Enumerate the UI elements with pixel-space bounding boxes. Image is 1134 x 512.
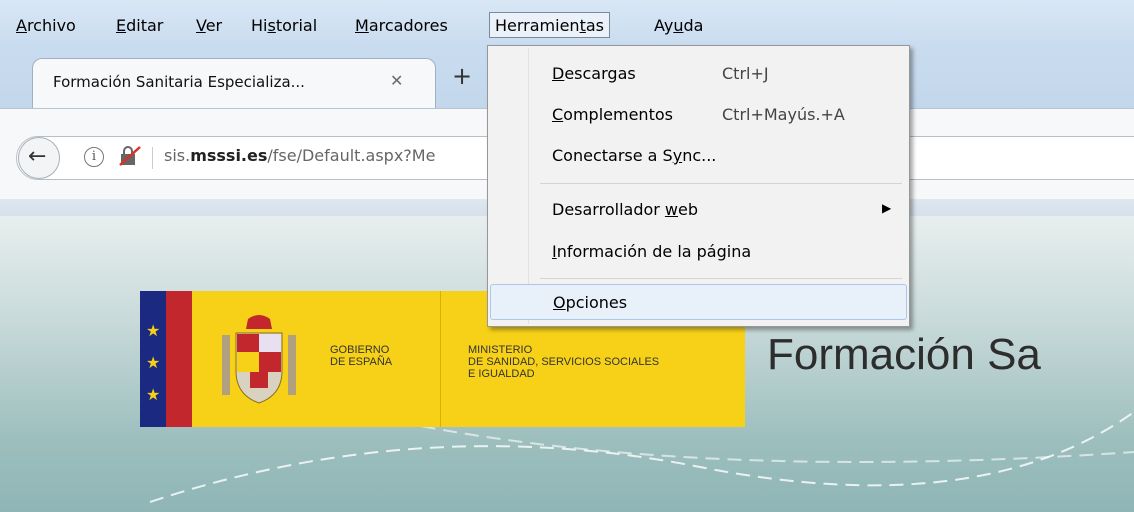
menu-label-part: torial <box>275 16 318 35</box>
menu-herramientas[interactable]: Herramientas <box>489 12 610 38</box>
menu-editar[interactable]: Editar <box>116 14 163 38</box>
menu-item-complementos[interactable]: Complementos Ctrl+Mayús.+A <box>490 97 907 133</box>
coat-of-arms-icon <box>222 315 296 404</box>
tab-active[interactable]: Formación Sanitaria Especializa... ✕ <box>32 58 436 108</box>
logo-gobierno-text: GOBIERNO DE ESPAÑA <box>330 344 393 368</box>
menu-accesskey: u <box>673 16 684 35</box>
menu-item-opciones[interactable]: Opciones <box>490 284 907 320</box>
menu-marcadores[interactable]: Marcadores <box>355 14 448 38</box>
logo-separator <box>440 291 441 427</box>
menu-accesskey: A <box>16 16 27 35</box>
menu-label-part: Hi <box>251 16 268 35</box>
menu-label-part: ditar <box>126 16 164 35</box>
menu-item-informacion-pagina[interactable]: Información de la página <box>490 234 907 270</box>
logo-red-stripe <box>166 291 192 427</box>
menu-accesskey: V <box>196 16 206 35</box>
site-info-icon[interactable]: i <box>84 147 104 167</box>
url-domain: msssi.es <box>190 146 268 165</box>
menu-historial[interactable]: Historial <box>251 14 317 38</box>
menu-label-part: as <box>585 16 604 35</box>
back-arrow-icon: ← <box>28 144 47 169</box>
menu-label-part: arcadores <box>368 16 448 35</box>
menu-item-label: Complementos <box>552 105 673 124</box>
menu-label-part: Herramien <box>495 16 580 35</box>
menu-accesskey: s <box>267 16 276 35</box>
menu-ver[interactable]: Ver <box>196 14 222 38</box>
menu-separator <box>540 183 902 184</box>
site-title: Formación Sa <box>767 330 1041 379</box>
back-button[interactable]: ← <box>18 137 60 179</box>
menu-item-label: Desarrollador web <box>552 200 699 219</box>
tab-title: Formación Sanitaria Especializa... <box>53 73 305 91</box>
tab-close-icon[interactable]: ✕ <box>390 71 403 90</box>
menu-item-shortcut: Ctrl+J <box>722 64 769 83</box>
menu-label-part: rchivo <box>26 16 76 35</box>
menu-bar: Archivo Editar Ver Historial Marcadores … <box>0 0 1134 46</box>
submenu-arrow-icon: ▶ <box>882 201 892 215</box>
menu-separator <box>540 278 902 279</box>
url-text[interactable]: sis.msssi.es/fse/Default.aspx?Me <box>164 146 435 165</box>
new-tab-button[interactable]: + <box>452 64 472 88</box>
logo-ministerio-text: MINISTERIO DE SANIDAD, SERVICIOS SOCIALE… <box>468 344 660 380</box>
menu-item-desarrollador-web[interactable]: Desarrollador web ▶ <box>490 192 907 228</box>
menu-item-shortcut: Ctrl+Mayús.+A <box>722 105 845 124</box>
star-icon: ★ <box>146 321 161 340</box>
menu-ayuda[interactable]: Ayuda <box>654 14 703 38</box>
menu-item-descargas[interactable]: Descargas Ctrl+J <box>490 56 907 92</box>
herramientas-dropdown: Descargas Ctrl+J Complementos Ctrl+Mayús… <box>487 45 910 327</box>
url-prefix: sis. <box>164 146 191 165</box>
menu-item-label: Información de la página <box>552 242 752 261</box>
star-icon: ★ <box>146 353 161 372</box>
menu-label-part: er <box>205 16 223 35</box>
url-path: /fse/Default.aspx?Me <box>267 146 436 165</box>
menu-archivo[interactable]: Archivo <box>16 14 76 38</box>
menu-label-part: da <box>683 16 704 35</box>
url-separator <box>152 147 153 169</box>
menu-item-label: Conectarse a Sync... <box>552 146 717 165</box>
menu-item-label: Descargas <box>552 64 636 83</box>
menu-item-conectarse-sync[interactable]: Conectarse a Sync... <box>490 138 907 174</box>
menu-item-label: Opciones <box>553 293 628 312</box>
star-icon: ★ <box>146 385 161 404</box>
menu-accesskey: E <box>116 16 127 35</box>
menu-accesskey: M <box>355 16 369 35</box>
insecure-lock-icon[interactable] <box>118 145 142 167</box>
menu-label-part: Ay <box>654 16 674 35</box>
